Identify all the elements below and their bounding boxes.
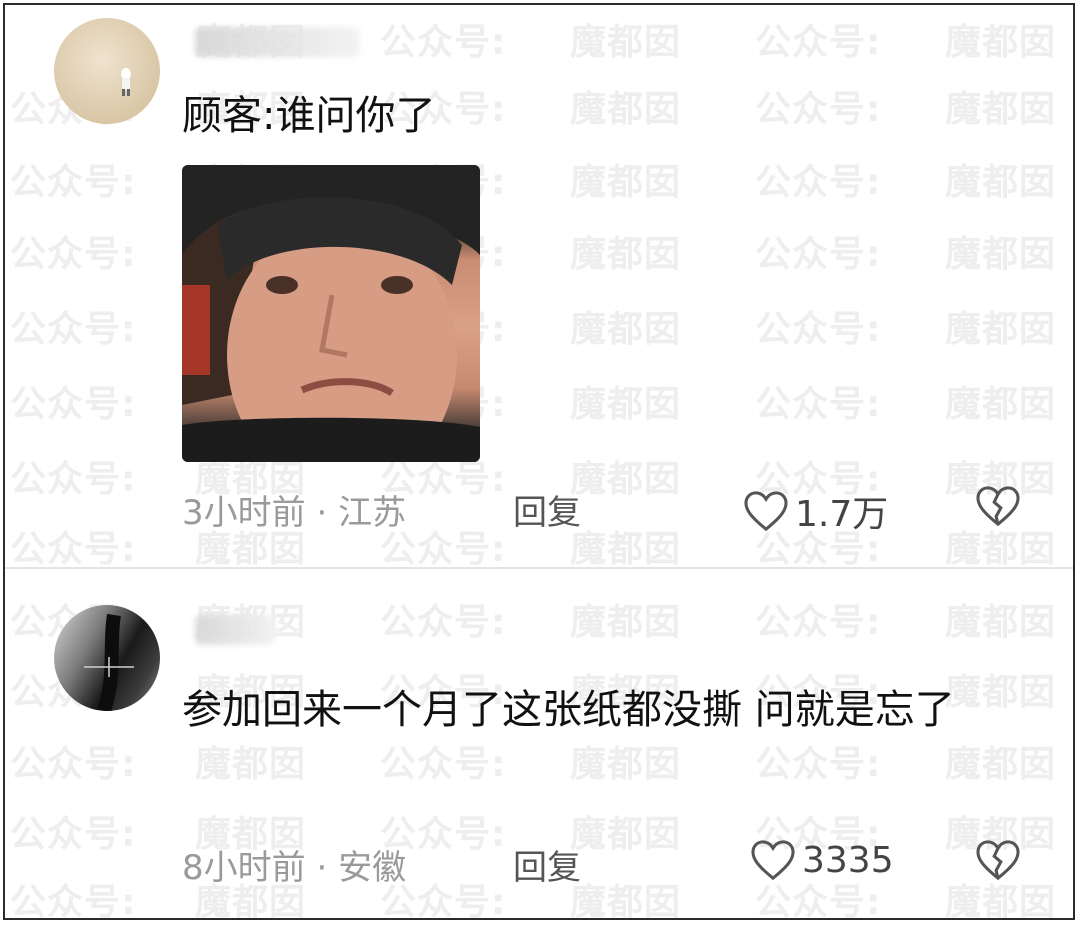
broken-heart-icon[interactable] <box>975 839 1021 881</box>
heart-outline-icon <box>750 839 796 881</box>
like-button[interactable]: 3335 <box>750 839 894 881</box>
comment-time: 8小时前 <box>182 848 306 888</box>
comment-location: 安徽 <box>338 848 407 888</box>
comment-item: 参加回来一个月了这张纸都没撕 问就是忘了 8小时前 · 安徽 回复 3335 <box>5 5 1073 918</box>
comment-meta: 8小时前 · 安徽 <box>182 840 406 889</box>
comment-text: 参加回来一个月了这张纸都没撕 问就是忘了 <box>182 687 955 733</box>
meta-separator: · <box>316 848 339 888</box>
avatar[interactable] <box>54 605 160 711</box>
reply-button[interactable]: 回复 <box>513 840 581 889</box>
like-count: 3335 <box>802 839 894 881</box>
username-blurred[interactable] <box>195 615 275 645</box>
comment-list: 魔都囡魔都囡公众号:魔都囡公众号:魔都囡 公众号:魔都囡公众号:魔都囡公众号:魔… <box>3 3 1075 920</box>
